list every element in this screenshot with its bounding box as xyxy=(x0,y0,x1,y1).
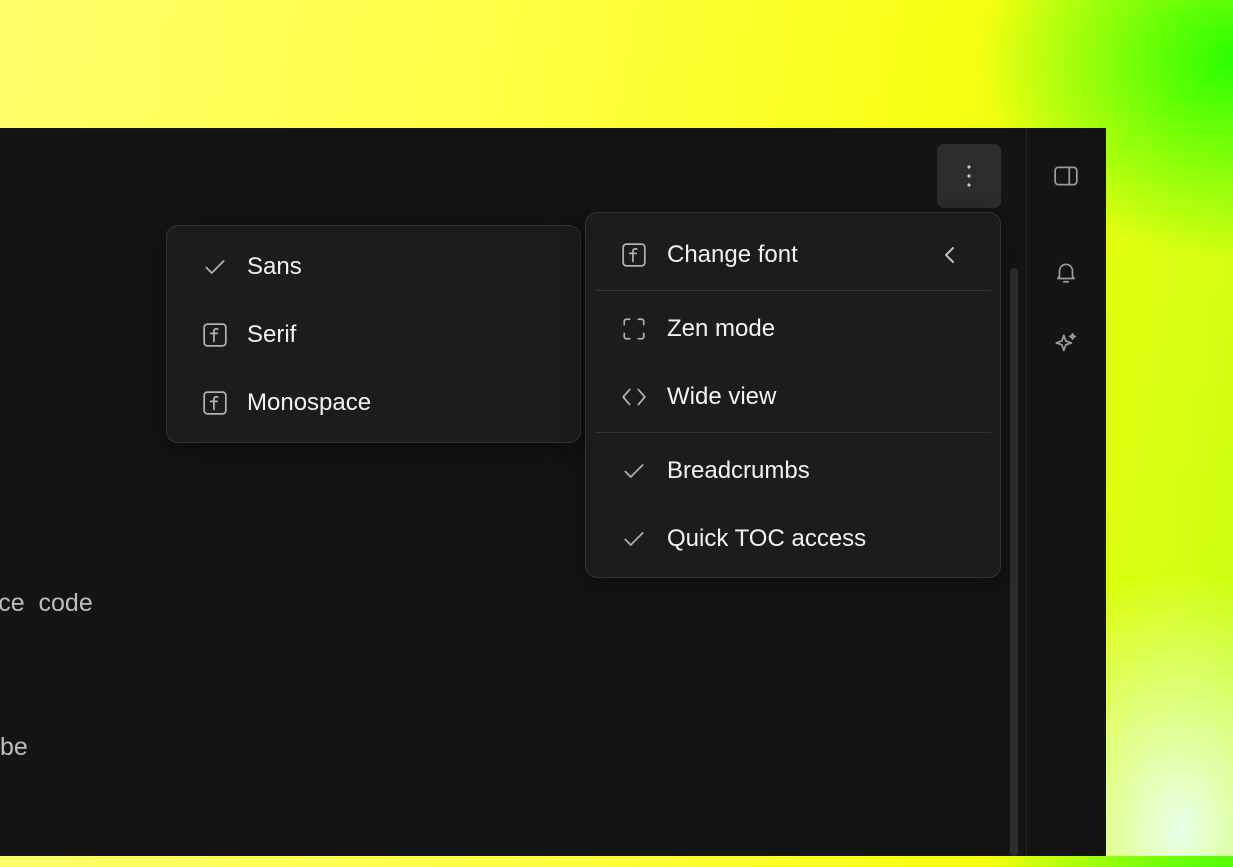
font-icon xyxy=(201,389,229,417)
editor-area: urce code be Sans Serif xyxy=(0,128,1026,856)
menu-divider xyxy=(595,432,991,433)
menu-item-label: Breadcrumbs xyxy=(667,457,810,484)
menu-item-label: Wide view xyxy=(667,383,777,410)
document-text-line: be xyxy=(0,733,28,761)
menu-divider xyxy=(595,290,991,291)
app-window: urce code be Sans Serif xyxy=(0,128,1106,856)
font-icon xyxy=(620,241,648,269)
menu-item-quick-toc[interactable]: Quick TOC access xyxy=(586,505,1000,573)
document-text: urce code be xyxy=(0,483,93,867)
menu-item-label: Zen mode xyxy=(667,315,776,342)
more-options-button[interactable] xyxy=(937,144,1001,208)
font-option-sans[interactable]: Sans xyxy=(167,233,580,301)
check-icon xyxy=(620,457,648,485)
font-submenu: Sans Serif Monospace xyxy=(166,225,581,443)
menu-item-breadcrumbs[interactable]: Breadcrumbs xyxy=(586,437,1000,505)
document-text-line: urce code xyxy=(0,589,93,617)
font-option-label: Serif xyxy=(247,321,297,348)
font-option-serif[interactable]: Serif xyxy=(167,301,580,369)
bell-icon[interactable] xyxy=(1051,257,1081,287)
menu-item-zen-mode[interactable]: Zen mode xyxy=(586,295,1000,363)
code-brackets-icon xyxy=(620,383,648,411)
menu-item-wide-view[interactable]: Wide view xyxy=(586,363,1000,431)
menu-item-label: Quick TOC access xyxy=(667,525,867,552)
font-option-label: Monospace xyxy=(247,389,372,416)
options-menu: Change font Zen mode Wide view Breadcrum… xyxy=(585,212,1001,578)
zen-frame-icon xyxy=(620,315,648,343)
check-icon xyxy=(201,253,229,281)
scrollbar[interactable] xyxy=(1010,268,1018,856)
menu-item-label: Change font xyxy=(667,241,798,268)
menu-item-change-font[interactable]: Change font xyxy=(586,221,1000,289)
more-vertical-icon xyxy=(967,165,971,187)
font-option-monospace[interactable]: Monospace xyxy=(167,369,580,437)
sparkle-icon[interactable] xyxy=(1051,329,1081,359)
sidebar-panel-icon[interactable] xyxy=(1051,161,1081,191)
right-toolbar xyxy=(1026,128,1106,856)
check-icon xyxy=(620,525,648,553)
font-option-label: Sans xyxy=(247,253,302,280)
font-icon xyxy=(201,321,229,349)
chevron-left-icon xyxy=(940,245,960,265)
